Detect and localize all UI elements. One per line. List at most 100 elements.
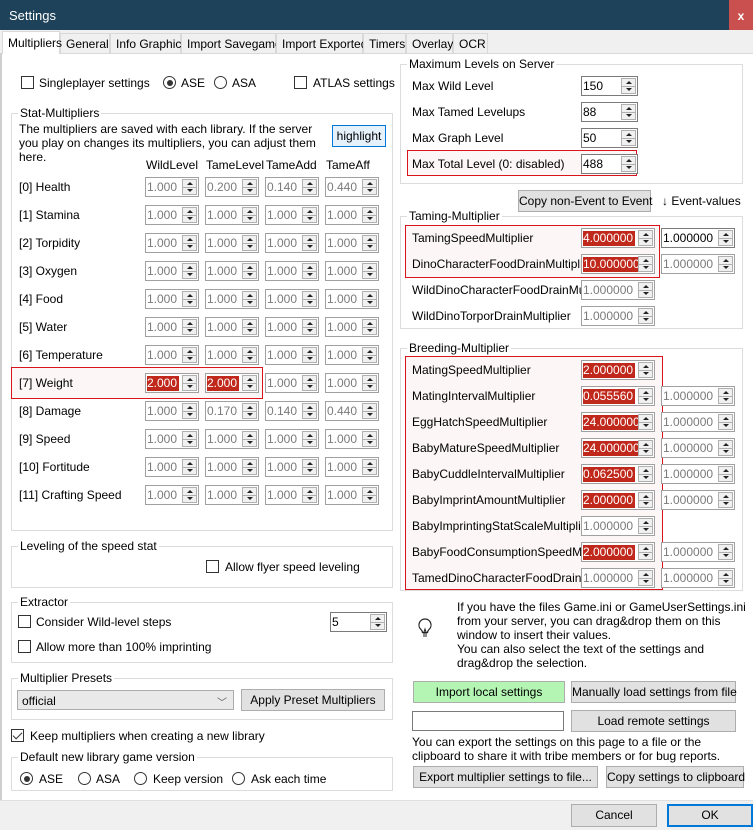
spin-arrows-icon[interactable] [182, 375, 197, 391]
spin-arrows-icon[interactable] [638, 256, 653, 272]
import-local-button[interactable]: Import local settings [413, 681, 565, 703]
breeding-event-input[interactable]: 1.000000 [661, 386, 735, 406]
stat-wildlevel-input[interactable]: 1.000 [145, 289, 199, 309]
cancel-button[interactable]: Cancel [571, 804, 657, 827]
stat-tamelevel-input[interactable]: 1.000 [205, 429, 259, 449]
breeding-value-input[interactable]: 24.000000 [581, 412, 655, 432]
spin-arrows-icon[interactable] [302, 291, 317, 307]
spin-arrows-icon[interactable] [638, 230, 653, 246]
spin-arrows-icon[interactable] [182, 347, 197, 363]
stat-wildlevel-input[interactable]: 1.000 [145, 429, 199, 449]
spin-arrows-icon[interactable] [302, 459, 317, 475]
spin-arrows-icon[interactable] [718, 414, 733, 430]
stat-tamelevel-input[interactable]: 0.200 [205, 177, 259, 197]
spin-arrows-icon[interactable] [638, 362, 653, 378]
stat-tameaff-input[interactable]: 1.000 [325, 233, 379, 253]
spin-arrows-icon[interactable] [302, 235, 317, 251]
spin-arrows-icon[interactable] [302, 347, 317, 363]
spin-arrows-icon[interactable] [302, 263, 317, 279]
spin-arrows-icon[interactable] [302, 431, 317, 447]
spin-arrows-icon[interactable] [621, 78, 636, 94]
spin-arrows-icon[interactable] [638, 570, 653, 586]
breeding-value-input[interactable]: 24.000000 [581, 438, 655, 458]
game-radio-ase[interactable] [163, 76, 176, 89]
breeding-event-input[interactable]: 1.000000 [661, 568, 735, 588]
copy-clipboard-button[interactable]: Copy settings to clipboard [606, 766, 745, 788]
spin-arrows-icon[interactable] [638, 388, 653, 404]
spin-arrows-icon[interactable] [362, 459, 377, 475]
stat-tamelevel-input[interactable]: 1.000 [205, 233, 259, 253]
stat-tamelevel-input[interactable]: 1.000 [205, 261, 259, 281]
breeding-event-input[interactable]: 1.000000 [661, 490, 735, 510]
tab-import-savegame[interactable]: Import Savegame [181, 33, 282, 53]
stat-tameaff-input[interactable]: 1.000 [325, 317, 379, 337]
remote-url-input[interactable] [412, 711, 564, 731]
taming-value-input[interactable]: 1.000000 [581, 306, 655, 326]
breeding-event-input[interactable]: 1.000000 [661, 542, 735, 562]
spin-arrows-icon[interactable] [302, 487, 317, 503]
spin-arrows-icon[interactable] [242, 403, 257, 419]
spin-arrows-icon[interactable] [621, 156, 636, 172]
spin-arrows-icon[interactable] [182, 235, 197, 251]
imprinting-checkbox[interactable] [18, 640, 31, 653]
taming-value-input[interactable]: 1.000000 [581, 280, 655, 300]
game-radio-asa[interactable] [214, 76, 227, 89]
tab-ocr[interactable]: OCR [453, 33, 488, 53]
breeding-event-input[interactable]: 1.000000 [661, 438, 735, 458]
keep-multipliers-checkbox[interactable] [11, 729, 24, 742]
apply-preset-button[interactable]: Apply Preset Multipliers [241, 689, 385, 711]
spin-arrows-icon[interactable] [362, 431, 377, 447]
stat-tamelevel-input[interactable]: 1.000 [205, 485, 259, 505]
stat-tamelevel-input[interactable]: 1.000 [205, 457, 259, 477]
spin-arrows-icon[interactable] [182, 459, 197, 475]
tab-import-exported[interactable]: Import Exported [276, 33, 367, 53]
spin-arrows-icon[interactable] [718, 388, 733, 404]
stat-tameadd-input[interactable]: 1.000 [265, 317, 319, 337]
version-radio-asa[interactable] [78, 772, 91, 785]
spin-arrows-icon[interactable] [302, 403, 317, 419]
spin-arrows-icon[interactable] [638, 544, 653, 560]
spin-arrows-icon[interactable] [242, 207, 257, 223]
spin-arrows-icon[interactable] [182, 263, 197, 279]
spin-arrows-icon[interactable] [182, 179, 197, 195]
taming-event-input[interactable]: 1.000000 [661, 228, 735, 248]
spin-arrows-icon[interactable] [182, 207, 197, 223]
spin-arrows-icon[interactable] [638, 492, 653, 508]
spin-arrows-icon[interactable] [302, 375, 317, 391]
spin-arrows-icon[interactable] [182, 319, 197, 335]
breeding-value-input[interactable]: 2.000000 [581, 490, 655, 510]
stat-tameaff-input[interactable]: 1.000 [325, 345, 379, 365]
breeding-value-input[interactable]: 1.000000 [581, 516, 655, 536]
spin-arrows-icon[interactable] [362, 319, 377, 335]
spin-arrows-icon[interactable] [370, 614, 385, 630]
spin-arrows-icon[interactable] [638, 518, 653, 534]
stat-tameadd-input[interactable]: 1.000 [265, 233, 319, 253]
stat-tameadd-input[interactable]: 1.000 [265, 485, 319, 505]
spin-arrows-icon[interactable] [638, 308, 653, 324]
spin-arrows-icon[interactable] [302, 319, 317, 335]
stat-wildlevel-input[interactable]: 1.000 [145, 177, 199, 197]
breeding-event-input[interactable]: 1.000000 [661, 464, 735, 484]
stat-tameadd-input[interactable]: 1.000 [265, 205, 319, 225]
spin-arrows-icon[interactable] [182, 291, 197, 307]
breeding-value-input[interactable]: 2.000000 [581, 542, 655, 562]
spin-arrows-icon[interactable] [638, 282, 653, 298]
spin-arrows-icon[interactable] [242, 431, 257, 447]
spin-arrows-icon[interactable] [638, 414, 653, 430]
tab-info-graphic[interactable]: Info Graphic [110, 33, 181, 53]
taming-event-input[interactable]: 1.000000 [661, 254, 735, 274]
spin-arrows-icon[interactable] [182, 431, 197, 447]
stat-tameadd-input[interactable]: 1.000 [265, 289, 319, 309]
wild-steps-input[interactable]: 5 [330, 612, 387, 632]
stat-tameaff-input[interactable]: 1.000 [325, 373, 379, 393]
spin-arrows-icon[interactable] [182, 487, 197, 503]
manual-load-button[interactable]: Manually load settings from file [571, 681, 737, 703]
stat-tamelevel-input[interactable]: 1.000 [205, 205, 259, 225]
stat-tameaff-input[interactable]: 1.000 [325, 261, 379, 281]
stat-tamelevel-input[interactable]: 1.000 [205, 345, 259, 365]
spin-arrows-icon[interactable] [718, 256, 733, 272]
spin-arrows-icon[interactable] [362, 487, 377, 503]
stat-tameaff-input[interactable]: 0.440 [325, 401, 379, 421]
flyer-speed-checkbox[interactable] [206, 560, 219, 573]
stat-tameaff-input[interactable]: 1.000 [325, 429, 379, 449]
